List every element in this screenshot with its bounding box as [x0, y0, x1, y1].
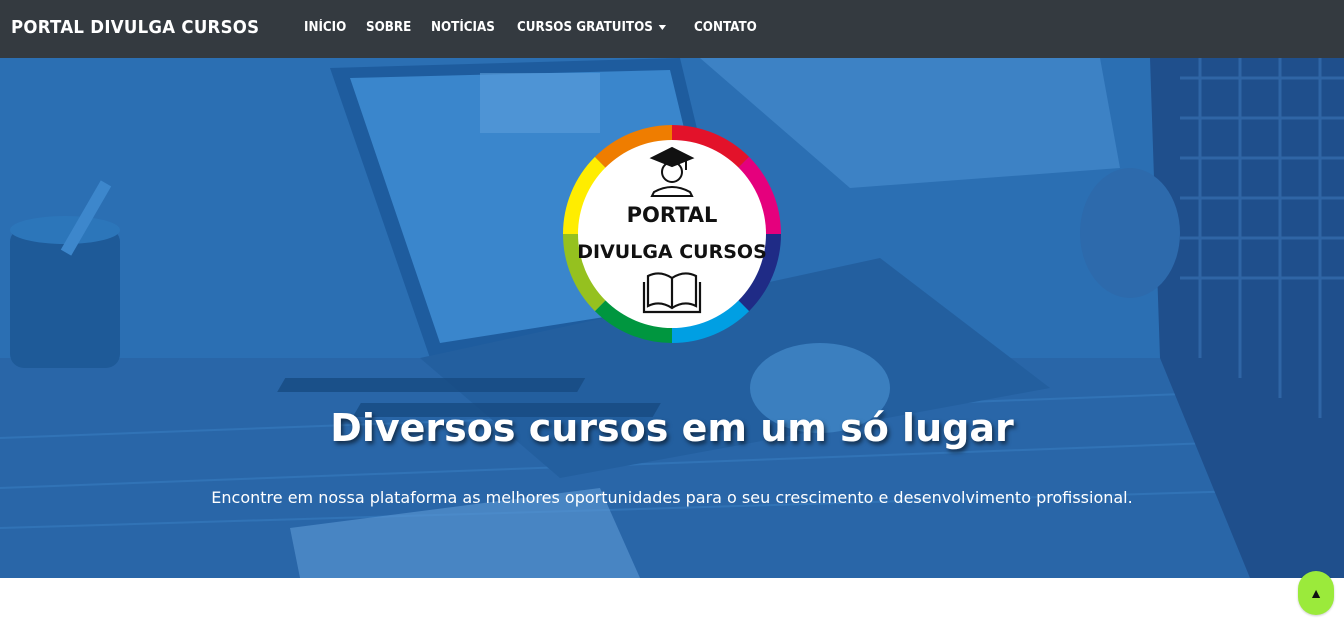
nav-menu: INÍCIO SOBRE NOTÍCIAS CURSOS GRATUITOS C…	[304, 20, 779, 35]
logo-line2: DIVULGA CURSOS	[577, 241, 767, 263]
arrow-up-icon: ▲	[1309, 585, 1323, 601]
hero-banner: PORTAL DIVULGA CURSOS Diversos cursos em…	[0, 58, 1344, 578]
navbar: PORTAL DIVULGA CURSOS INÍCIO SOBRE NOTÍC…	[0, 0, 1344, 58]
nav-item-contato[interactable]: CONTATO	[694, 20, 757, 35]
brand-link[interactable]: PORTAL DIVULGA CURSOS	[11, 17, 259, 38]
portal-logo: PORTAL DIVULGA CURSOS	[563, 125, 781, 343]
hero-title: Diversos cursos em um só lugar	[330, 406, 1014, 450]
nav-item-cursos-gratuitos-label: CURSOS GRATUITOS	[516, 20, 653, 35]
nav-item-noticias[interactable]: NOTÍCIAS	[431, 20, 495, 35]
logo-line1: PORTAL	[627, 203, 718, 227]
chevron-down-icon	[658, 25, 666, 30]
nav-item-sobre[interactable]: SOBRE	[366, 20, 411, 35]
nav-item-inicio[interactable]: INÍCIO	[304, 20, 346, 35]
hero-subtitle: Encontre em nossa plataforma as melhores…	[211, 488, 1133, 507]
back-to-top-button[interactable]: ▲	[1298, 571, 1334, 615]
nav-item-cursos-gratuitos[interactable]: CURSOS GRATUITOS	[517, 20, 666, 35]
